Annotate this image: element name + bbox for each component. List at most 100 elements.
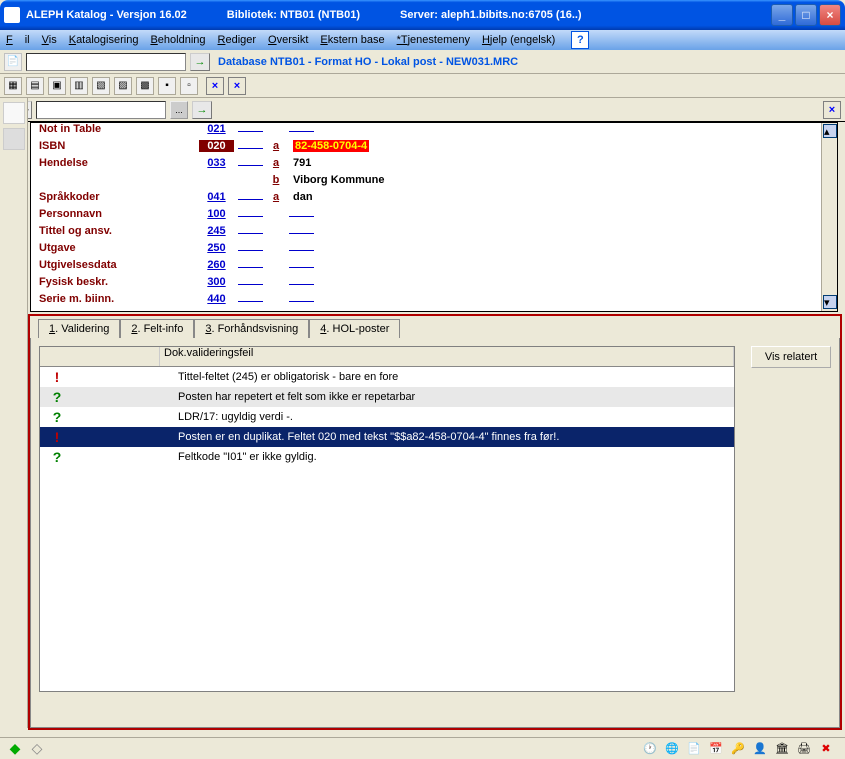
- help-icon[interactable]: ?: [571, 31, 589, 49]
- tb2-btn-2[interactable]: ▤: [26, 77, 44, 95]
- indicator[interactable]: [238, 216, 263, 217]
- subfield-empty[interactable]: [289, 233, 314, 234]
- minimize-button[interactable]: _: [771, 4, 793, 26]
- marc-tag[interactable]: 300: [199, 276, 234, 288]
- marc-row[interactable]: Tittel og ansv.245: [31, 225, 837, 242]
- status-icon-cal[interactable]: 📅: [707, 740, 725, 758]
- tb-icon-1[interactable]: 📄: [4, 53, 22, 71]
- indicator[interactable]: [238, 301, 263, 302]
- marc-row[interactable]: ISBN020a82-458-0704-4: [31, 140, 837, 157]
- combo-dropdown-button[interactable]: ...: [170, 101, 188, 119]
- marc-tag[interactable]: 260: [199, 259, 234, 271]
- subfield-empty[interactable]: [289, 250, 314, 251]
- marc-row[interactable]: Utgave250: [31, 242, 837, 259]
- subfield-empty[interactable]: [289, 216, 314, 217]
- indicator[interactable]: [238, 199, 263, 200]
- subfield-empty[interactable]: [289, 301, 314, 302]
- scroll-down-button[interactable]: ▾: [823, 295, 837, 309]
- indicator[interactable]: [238, 250, 263, 251]
- tb2-btn-9[interactable]: ▫: [180, 77, 198, 95]
- menu-vis[interactable]: Vis: [42, 34, 57, 46]
- marc-row[interactable]: Utgivelsesdata260: [31, 259, 837, 276]
- marc-row[interactable]: Not in Table021: [31, 123, 837, 140]
- marc-tag[interactable]: 100: [199, 208, 234, 220]
- indicator[interactable]: [238, 165, 263, 166]
- marc-tag[interactable]: 245: [199, 225, 234, 237]
- field-value[interactable]: dan: [293, 191, 313, 203]
- tab-holposter[interactable]: 4. HOL-poster: [309, 319, 400, 338]
- subfield-code[interactable]: a: [267, 140, 285, 152]
- status-icon-x[interactable]: ✖: [817, 740, 835, 758]
- error-row[interactable]: !Posten er en duplikat. Feltet 020 med t…: [40, 427, 734, 447]
- close-button[interactable]: ×: [819, 4, 841, 26]
- subfield-code[interactable]: b: [267, 174, 285, 186]
- marc-row[interactable]: Fysisk beskr.300: [31, 276, 837, 293]
- marc-tag[interactable]: 020: [199, 140, 234, 152]
- tb2-btn-3[interactable]: ▣: [48, 77, 66, 95]
- marc-row[interactable]: b Viborg Kommune: [31, 174, 837, 191]
- tab-forhand[interactable]: 3. Forhåndsvisning: [194, 319, 309, 338]
- indicator[interactable]: [238, 284, 263, 285]
- marc-row[interactable]: Språkkoder041adan: [31, 191, 837, 208]
- tb2-x2[interactable]: ×: [228, 77, 246, 95]
- subfield-code[interactable]: a: [267, 191, 285, 203]
- marc-tag[interactable]: 440: [199, 293, 234, 305]
- marc-row[interactable]: Personnavn100: [31, 208, 837, 225]
- error-row[interactable]: ?Feltkode "I01" er ikke gyldig.: [40, 447, 734, 467]
- tab-feltinfo[interactable]: 2. Felt-info: [120, 319, 194, 338]
- marc-row[interactable]: Hendelse033a791: [31, 157, 837, 174]
- subfield-code[interactable]: a: [267, 157, 285, 169]
- indicator[interactable]: [238, 233, 263, 234]
- scroll-up-button[interactable]: ▴: [823, 124, 837, 138]
- marc-tag[interactable]: 250: [199, 242, 234, 254]
- status-icon-print[interactable]: 🖨: [795, 740, 813, 758]
- combo-input[interactable]: [36, 101, 166, 119]
- sidebar-item-2[interactable]: [3, 128, 25, 150]
- marc-tag[interactable]: 033: [199, 157, 234, 169]
- indicator[interactable]: [238, 267, 263, 268]
- menu-fil[interactable]: Fil: [6, 34, 30, 46]
- go-button-2[interactable]: →: [192, 101, 212, 119]
- menu-katalogisering[interactable]: Katalogisering: [69, 34, 139, 46]
- tb2-btn-4[interactable]: ▥: [70, 77, 88, 95]
- tb2-btn-1[interactable]: ▦: [4, 77, 22, 95]
- menu-rediger[interactable]: Rediger: [218, 34, 257, 46]
- indicator[interactable]: [238, 148, 263, 149]
- menu-tjeneste[interactable]: *Tjenestemeny: [397, 34, 470, 46]
- error-row[interactable]: ?LDR/17: ugyldig verdi -.: [40, 407, 734, 427]
- status-icon-ppl[interactable]: 👤: [751, 740, 769, 758]
- menu-ekstern[interactable]: Ekstern base: [320, 34, 384, 46]
- go-button[interactable]: →: [190, 53, 210, 71]
- menu-beholdning[interactable]: Beholdning: [150, 34, 205, 46]
- tb2-btn-6[interactable]: ▨: [114, 77, 132, 95]
- status-icon-key[interactable]: 🔑: [729, 740, 747, 758]
- tb2-btn-5[interactable]: ▧: [92, 77, 110, 95]
- tb2-btn-7[interactable]: ▩: [136, 77, 154, 95]
- marc-tag[interactable]: 041: [199, 191, 234, 203]
- menu-oversikt[interactable]: Oversikt: [268, 34, 308, 46]
- field-value[interactable]: Viborg Kommune: [293, 174, 384, 186]
- field-value[interactable]: 791: [293, 157, 311, 169]
- error-row[interactable]: ?Posten har repetert et felt som ikke er…: [40, 387, 734, 407]
- menu-hjelp[interactable]: Hjelp (engelsk): [482, 34, 555, 46]
- marc-row[interactable]: Serie m. biinn.440: [31, 293, 837, 310]
- tb2-x1[interactable]: ×: [206, 77, 224, 95]
- subfield-empty[interactable]: [289, 267, 314, 268]
- status-icon-home[interactable]: 🏛: [773, 740, 791, 758]
- status-icon-globe[interactable]: 🌐: [663, 740, 681, 758]
- tb2-btn-8[interactable]: ▪: [158, 77, 176, 95]
- status-icon-clock[interactable]: 🕐: [641, 740, 659, 758]
- vertical-scrollbar[interactable]: ▴ ▾: [821, 123, 837, 311]
- sidebar-item-1[interactable]: [3, 102, 25, 124]
- subfield-empty[interactable]: [289, 131, 314, 132]
- subfield-empty[interactable]: [289, 284, 314, 285]
- maximize-button[interactable]: □: [795, 4, 817, 26]
- field-value[interactable]: 82-458-0704-4: [293, 140, 369, 152]
- close-tab-button[interactable]: ×: [823, 101, 841, 119]
- marc-tag[interactable]: 021: [199, 123, 234, 135]
- error-row[interactable]: !Tittel-feltet (245) er obligatorisk - b…: [40, 367, 734, 387]
- status-icon-doc[interactable]: 📄: [685, 740, 703, 758]
- tab-validering[interactable]: 1. Validering: [38, 319, 120, 339]
- search-input[interactable]: [26, 53, 186, 71]
- indicator[interactable]: [238, 131, 263, 132]
